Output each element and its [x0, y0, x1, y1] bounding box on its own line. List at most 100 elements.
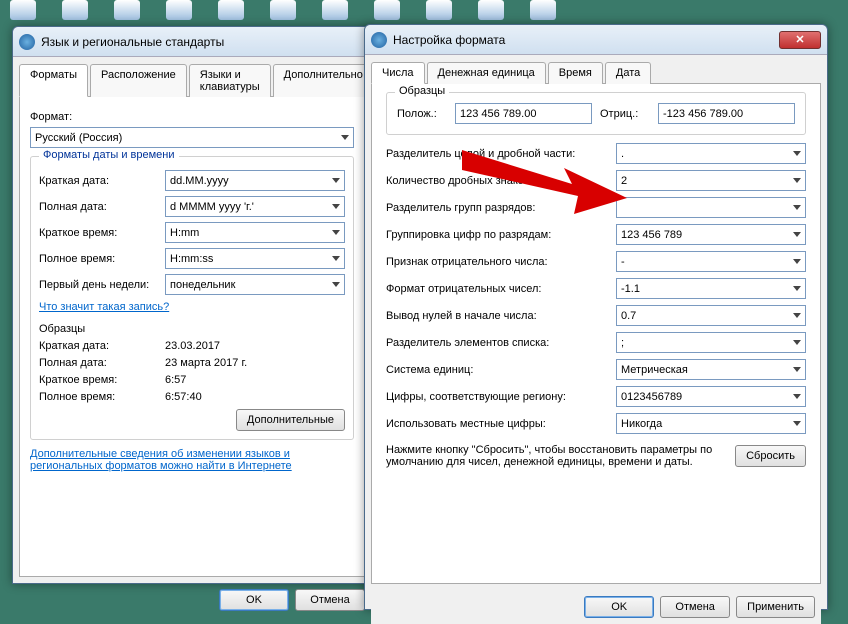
tab-keyboards[interactable]: Языки и клавиатуры — [189, 64, 271, 97]
additional-settings-button[interactable]: Дополнительные — [236, 409, 345, 431]
format-dropdown-6[interactable]: 0.7 — [616, 305, 806, 326]
tab-numbers[interactable]: Числа — [371, 62, 425, 84]
long-time-label: Полное время: — [39, 253, 159, 265]
sample-short-date-lbl: Краткая дата: — [39, 340, 159, 352]
format-label: Использовать местные цифры: — [386, 418, 616, 430]
cancel-button[interactable]: Отмена — [295, 589, 365, 611]
negative-sample: -123 456 789.00 — [658, 103, 795, 124]
format-row-3: Группировка цифр по разрядам:123 456 789 — [386, 224, 806, 245]
format-row-5: Формат отрицательных чисел:-1.1 — [386, 278, 806, 299]
pane-formats: Формат: Русский (Россия) Форматы даты и … — [19, 97, 365, 577]
apply-button[interactable]: Применить — [736, 596, 815, 618]
positive-label: Полож.: — [397, 108, 447, 120]
sample-long-time-val: 6:57:40 — [165, 391, 345, 403]
region-settings-window: Язык и региональные стандарты Форматы Ра… — [12, 26, 372, 584]
format-label: Количество дробных знаков: — [386, 175, 616, 187]
tab-formats[interactable]: Форматы — [19, 64, 88, 97]
dialog-buttons: OK Отмена — [13, 583, 371, 617]
tabs: Числа Денежная единица Время Дата — [371, 61, 821, 84]
tab-additional[interactable]: Дополнительно — [273, 64, 374, 97]
reset-message: Нажмите кнопку "Сбросить", чтобы восстан… — [386, 444, 725, 468]
globe-icon — [19, 34, 35, 50]
long-time-dropdown[interactable]: H:mm:ss — [165, 248, 345, 269]
dialog-buttons: OK Отмена Применить — [371, 590, 821, 624]
format-row-7: Разделитель элементов списка:; — [386, 332, 806, 353]
sample-short-time-lbl: Краткое время: — [39, 374, 159, 386]
tab-time[interactable]: Время — [548, 62, 603, 84]
sample-long-date-val: 23 марта 2017 г. — [165, 357, 345, 369]
format-label: Формат отрицательных чисел: — [386, 283, 616, 295]
short-date-label: Краткая дата: — [39, 175, 159, 187]
close-button[interactable]: ✕ — [779, 31, 821, 49]
format-dropdown-3[interactable]: 123 456 789 — [616, 224, 806, 245]
short-time-dropdown[interactable]: H:mm — [165, 222, 345, 243]
titlebar[interactable]: Язык и региональные стандарты — [13, 27, 371, 57]
sample-short-date-val: 23.03.2017 — [165, 340, 345, 352]
format-dropdown-4[interactable]: - — [616, 251, 806, 272]
format-row-4: Признак отрицательного числа:- — [386, 251, 806, 272]
negative-label: Отриц.: — [600, 108, 650, 120]
format-label: Формат: — [30, 111, 354, 123]
sample-long-time-lbl: Полное время: — [39, 391, 159, 403]
tab-date[interactable]: Дата — [605, 62, 651, 84]
format-label: Разделитель элементов списка: — [386, 337, 616, 349]
tabs: Форматы Расположение Языки и клавиатуры … — [19, 63, 365, 97]
positive-sample: 123 456 789.00 — [455, 103, 592, 124]
format-label: Признак отрицательного числа: — [386, 256, 616, 268]
format-dropdown-9[interactable]: 0123456789 — [616, 386, 806, 407]
what-does-this-mean-link[interactable]: Что значит такая запись? — [39, 301, 169, 313]
samples-group: Образцы Полож.: 123 456 789.00 Отриц.: -… — [386, 92, 806, 135]
format-settings-list: Разделитель целой и дробной части:.Колич… — [386, 143, 806, 434]
format-label: Разделитель групп разрядов: — [386, 202, 616, 214]
format-row-0: Разделитель целой и дробной части:. — [386, 143, 806, 164]
format-row-8: Система единиц:Метрическая — [386, 359, 806, 380]
format-row-6: Вывод нулей в начале числа:0.7 — [386, 305, 806, 326]
format-label: Разделитель целой и дробной части: — [386, 148, 616, 160]
format-label: Цифры, соответствующие региону: — [386, 391, 616, 403]
datetime-formats-group: Форматы даты и времени Краткая дата:dd.M… — [30, 156, 354, 440]
help-link[interactable]: Дополнительные сведения об изменении язы… — [30, 448, 292, 472]
format-row-9: Цифры, соответствующие региону:012345678… — [386, 386, 806, 407]
ok-button[interactable]: OK — [584, 596, 654, 618]
tab-currency[interactable]: Денежная единица — [427, 62, 546, 84]
long-date-label: Полная дата: — [39, 201, 159, 213]
first-day-dropdown[interactable]: понедельник — [165, 274, 345, 295]
ok-button[interactable]: OK — [219, 589, 289, 611]
tab-location[interactable]: Расположение — [90, 64, 187, 97]
window-title: Язык и региональные стандарты — [41, 35, 365, 49]
format-dropdown-1[interactable]: 2 — [616, 170, 806, 191]
format-value: Русский (Россия) — [35, 132, 122, 144]
format-dropdown-7[interactable]: ; — [616, 332, 806, 353]
format-label: Группировка цифр по разрядам: — [386, 229, 616, 241]
format-dropdown-8[interactable]: Метрическая — [616, 359, 806, 380]
format-dropdown-2[interactable] — [616, 197, 806, 218]
desktop-icons-row — [0, 0, 848, 22]
long-date-dropdown[interactable]: d MMMM yyyy 'г.' — [165, 196, 345, 217]
window-title: Настройка формата — [393, 33, 779, 47]
format-row-10: Использовать местные цифры:Никогда — [386, 413, 806, 434]
format-dropdown-5[interactable]: -1.1 — [616, 278, 806, 299]
samples-legend: Образцы — [395, 85, 449, 97]
format-dropdown-10[interactable]: Никогда — [616, 413, 806, 434]
globe-icon — [371, 32, 387, 48]
reset-button[interactable]: Сбросить — [735, 445, 806, 467]
samples-legend: Образцы — [39, 323, 345, 335]
short-date-dropdown[interactable]: dd.MM.yyyy — [165, 170, 345, 191]
pane-numbers: Образцы Полож.: 123 456 789.00 Отриц.: -… — [371, 84, 821, 584]
format-label: Вывод нулей в начале числа: — [386, 310, 616, 322]
reset-area: Нажмите кнопку "Сбросить", чтобы восстан… — [386, 444, 806, 468]
sample-long-date-lbl: Полная дата: — [39, 357, 159, 369]
datetime-legend: Форматы даты и времени — [39, 149, 179, 161]
customize-format-window: Настройка формата ✕ Числа Денежная едини… — [364, 24, 828, 610]
format-dropdown-0[interactable]: . — [616, 143, 806, 164]
short-time-label: Краткое время: — [39, 227, 159, 239]
close-icon: ✕ — [795, 33, 804, 46]
format-row-2: Разделитель групп разрядов: — [386, 197, 806, 218]
titlebar[interactable]: Настройка формата ✕ — [365, 25, 827, 55]
sample-short-time-val: 6:57 — [165, 374, 345, 386]
format-row-1: Количество дробных знаков:2 — [386, 170, 806, 191]
first-day-label: Первый день недели: — [39, 279, 159, 291]
cancel-button[interactable]: Отмена — [660, 596, 730, 618]
format-label: Система единиц: — [386, 364, 616, 376]
format-dropdown[interactable]: Русский (Россия) — [30, 127, 354, 148]
